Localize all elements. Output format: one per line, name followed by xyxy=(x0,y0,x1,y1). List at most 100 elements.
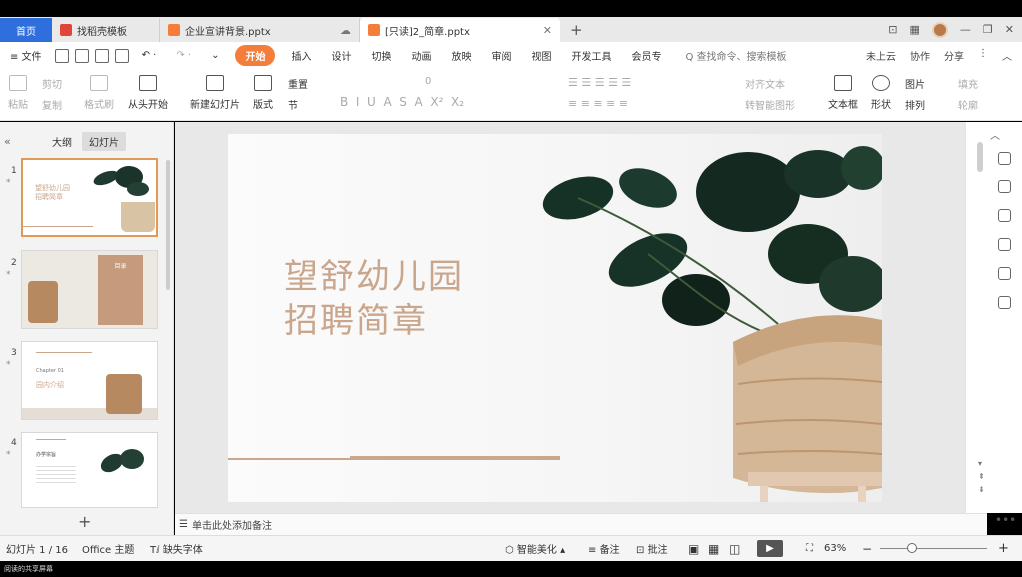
menu-member[interactable]: 会员专 xyxy=(621,48,671,63)
settings-icon[interactable] xyxy=(998,152,1011,165)
export-pdf-icon[interactable] xyxy=(74,48,89,63)
badge-icon[interactable]: ⊡ xyxy=(888,23,897,36)
undo-icon[interactable]: ↶ · xyxy=(132,50,167,61)
close-window-icon[interactable]: ✕ xyxy=(1005,23,1014,36)
slide-title[interactable]: 望舒幼儿园 招聘简章 xyxy=(284,255,464,343)
theme-name[interactable]: Office 主题 xyxy=(82,541,134,556)
textbox-button[interactable]: 文本框 xyxy=(828,75,858,111)
animation-icon[interactable] xyxy=(998,180,1011,193)
minimize-icon[interactable]: — xyxy=(960,23,971,36)
play-slideshow-button[interactable]: ▶ xyxy=(757,540,783,557)
zoom-slider-knob[interactable] xyxy=(907,543,917,553)
to-smartart-button[interactable]: 转智能图形 xyxy=(745,97,795,112)
slide-main[interactable]: 望舒幼儿园 招聘简章 xyxy=(228,134,882,502)
fill-button[interactable]: 填充 xyxy=(958,76,978,91)
zoom-level[interactable]: 63% xyxy=(824,543,846,554)
paragraph-buttons[interactable]: ☰ ☰ ☰ ☰ ☰ xyxy=(568,76,631,89)
paste-button[interactable]: 粘贴 xyxy=(8,75,28,111)
menu-transition[interactable]: 切换 xyxy=(361,48,401,63)
tab-slides[interactable]: 幻灯片 xyxy=(82,131,126,151)
new-slide-button[interactable]: 新建幻灯片 xyxy=(190,75,240,111)
reset-button[interactable]: 重置 xyxy=(288,76,308,91)
menu-animation[interactable]: 动画 xyxy=(401,48,441,63)
outline-button[interactable]: 轮廓 xyxy=(958,97,978,112)
cloud-icon[interactable]: ☁ xyxy=(340,24,351,37)
layout-button[interactable]: 版式 xyxy=(253,75,273,111)
sorter-view-icon[interactable]: ▦ xyxy=(708,542,719,556)
collapse-up-icon[interactable]: ︿ xyxy=(990,127,1003,142)
redo-icon[interactable]: ↷ · xyxy=(166,50,201,61)
docer-icon xyxy=(60,24,72,36)
share-button[interactable]: 分享 xyxy=(944,48,964,63)
transition-icon[interactable] xyxy=(998,209,1011,222)
add-slide-button[interactable]: + xyxy=(78,512,91,531)
print-icon[interactable] xyxy=(94,48,109,63)
align-buttons[interactable]: ≡ ≡ ≡ ≡ ≡ xyxy=(568,97,628,110)
reading-view-icon[interactable]: ◫ xyxy=(729,542,740,556)
zoom-out-icon[interactable]: − xyxy=(862,542,872,556)
menu-start[interactable]: 开始 xyxy=(235,45,276,66)
menu-design[interactable]: 设计 xyxy=(321,48,361,63)
slide-thumb-2[interactable]: 目录 xyxy=(21,250,158,329)
tab-outline[interactable]: 大纲 xyxy=(52,134,72,149)
missing-font-button[interactable]: Tⅈ 缺失字体 xyxy=(150,541,203,556)
copy-button[interactable]: 复制 xyxy=(42,97,62,112)
collapse-panel-icon[interactable]: « xyxy=(4,135,11,148)
next-slide-icon[interactable]: ⇟ xyxy=(978,485,985,494)
preview-icon[interactable] xyxy=(114,48,129,63)
menu-slideshow[interactable]: 放映 xyxy=(441,48,481,63)
save-icon[interactable] xyxy=(54,48,69,63)
more-quick-icon[interactable]: ⌄ xyxy=(201,50,229,61)
format-painter-button[interactable]: 格式刷 xyxy=(84,75,114,111)
from-start-button[interactable]: 从头开始 xyxy=(128,75,168,111)
slide-thumb-3[interactable]: Chapter 01 园内介绍 xyxy=(21,341,158,420)
format-painter-label: 格式刷 xyxy=(84,100,114,111)
menu-insert[interactable]: 插入 xyxy=(281,48,321,63)
menu-file[interactable]: ≡ 文件 xyxy=(0,48,52,63)
collab-button[interactable]: 协作 xyxy=(910,48,930,63)
tab-enterprise-pptx[interactable]: 企业宣讲背景.pptx ☁ xyxy=(160,18,360,42)
align-text-button[interactable]: 对齐文本 xyxy=(745,76,785,91)
vertical-scrollbar[interactable] xyxy=(977,142,983,172)
slide-thumb-1[interactable]: 望舒幼儿园 招聘简章 xyxy=(21,158,158,237)
menu-devtools[interactable]: 开发工具 xyxy=(561,48,621,63)
fit-window-icon[interactable]: ⛶ xyxy=(806,543,813,554)
font-size-select[interactable]: 0 xyxy=(425,76,431,87)
comments-button[interactable]: ⊡ 批注 xyxy=(636,541,668,556)
decor-thin-line xyxy=(228,458,350,460)
tab-current-pptx[interactable]: [只读]2_简章.pptx ✕ xyxy=(360,18,560,42)
font-style-buttons[interactable]: B I U A S A X² X₂ xyxy=(340,95,464,109)
zoom-in-icon[interactable]: + xyxy=(998,541,1009,556)
scroll-down-icon[interactable]: ▾ xyxy=(978,459,982,468)
notes-toggle-button[interactable]: ≡ 备注 xyxy=(588,541,620,556)
cut-button[interactable]: 剪切 xyxy=(42,76,62,91)
add-tab-button[interactable]: + xyxy=(560,18,593,42)
smart-beautify-button[interactable]: ⬡ 智能美化 ▴ xyxy=(505,541,565,556)
panel-scrollbar[interactable] xyxy=(166,160,170,290)
beautify-icon[interactable] xyxy=(998,238,1011,251)
zoom-slider[interactable] xyxy=(880,548,987,549)
more-icon[interactable]: ⋮ xyxy=(978,48,988,63)
picture-button[interactable]: 图片 xyxy=(905,76,925,91)
avatar[interactable] xyxy=(931,21,948,38)
book-icon[interactable] xyxy=(998,296,1011,309)
notes-area[interactable]: ☰ 单击此处添加备注 xyxy=(175,513,987,535)
tab-home[interactable]: 首页 xyxy=(0,18,52,42)
close-icon[interactable]: ✕ xyxy=(543,24,552,37)
menu-review[interactable]: 审阅 xyxy=(481,48,521,63)
more-options-icon[interactable]: ••• xyxy=(995,513,1016,527)
section-button[interactable]: 节 xyxy=(288,97,298,112)
restore-icon[interactable]: ❐ xyxy=(983,23,993,36)
slide-thumb-4[interactable]: 办学宗旨 xyxy=(21,432,158,508)
arrange-button[interactable]: 排列 xyxy=(905,97,925,112)
location-icon[interactable] xyxy=(998,267,1011,280)
normal-view-icon[interactable]: ▣ xyxy=(688,542,699,556)
menu-view[interactable]: 视图 xyxy=(521,48,561,63)
prev-slide-icon[interactable]: ⇞ xyxy=(978,472,985,481)
collapse-ribbon-icon[interactable]: ︿ xyxy=(1002,48,1012,63)
command-search-input[interactable]: Q 查找命令、搜索模板 xyxy=(677,48,794,63)
shape-button[interactable]: 形状 xyxy=(871,75,891,111)
grid-icon[interactable]: ▦ xyxy=(910,23,920,36)
cloud-sync-button[interactable]: 未上云 xyxy=(866,48,896,63)
tab-docer-templates[interactable]: 找稻壳模板 xyxy=(52,18,160,42)
